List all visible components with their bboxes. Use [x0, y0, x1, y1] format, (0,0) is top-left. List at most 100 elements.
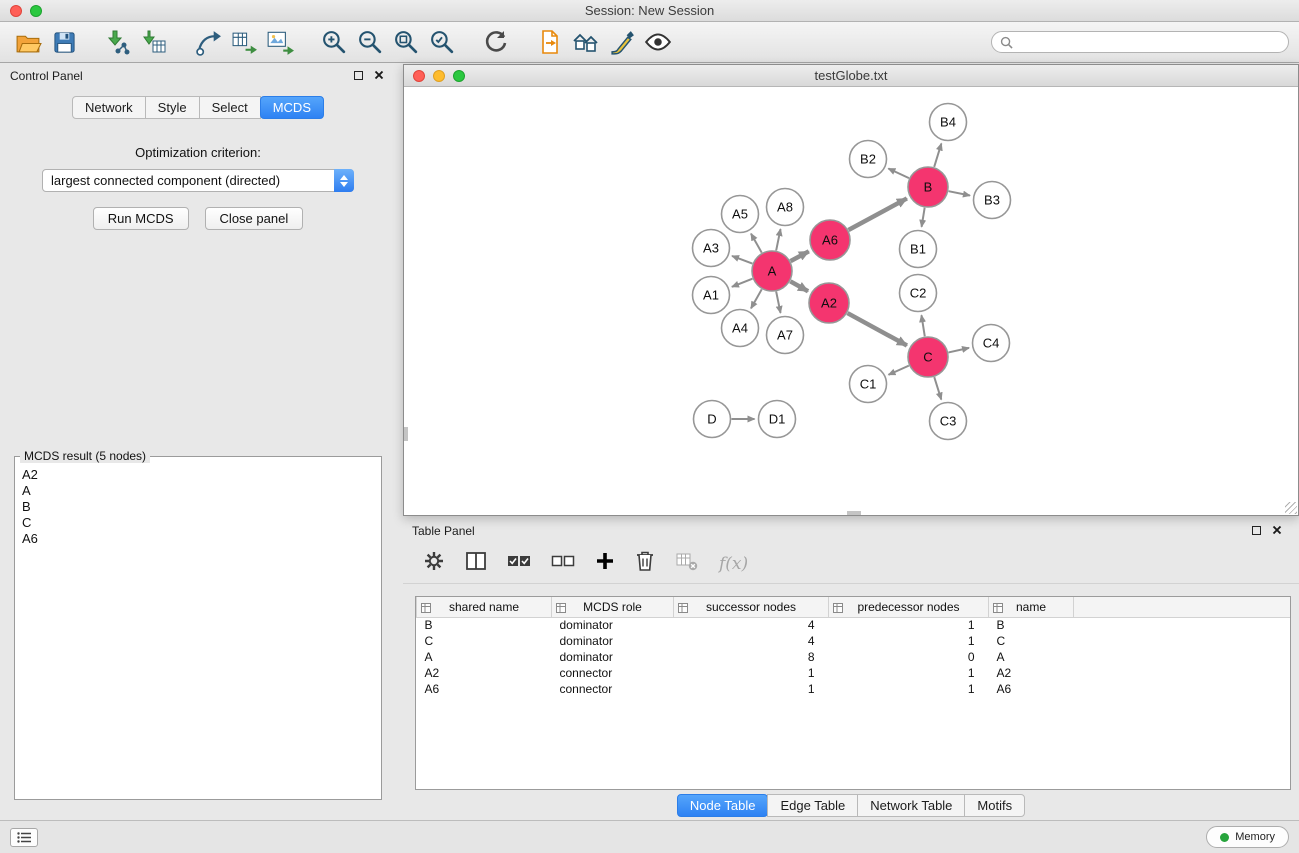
graph-edge-C-C1[interactable]	[889, 366, 909, 375]
graph-node-C1[interactable]: C1	[850, 366, 887, 403]
column-header-name[interactable]: name	[989, 597, 1074, 617]
table-cell[interactable]: dominator	[552, 649, 674, 665]
column-header-MCDS-role[interactable]: MCDS role	[552, 597, 674, 617]
graph-node-A2[interactable]: A2	[809, 283, 849, 323]
graph-node-C3[interactable]: C3	[930, 403, 967, 440]
memory-button[interactable]: Memory	[1206, 826, 1289, 848]
zoom-fit-button[interactable]	[388, 25, 424, 59]
table-cell[interactable]: dominator	[552, 617, 674, 633]
graph-node-B[interactable]: B	[908, 167, 948, 207]
graph-edge-B-B1[interactable]	[922, 208, 925, 227]
graph-edge-A2-C[interactable]	[847, 313, 906, 345]
network-window-titlebar[interactable]: testGlobe.txt	[404, 65, 1298, 87]
zoom-selected-button[interactable]	[424, 25, 460, 59]
open-file-button[interactable]	[10, 25, 46, 59]
graph-edge-A-A1[interactable]	[732, 279, 753, 287]
result-item[interactable]: B	[17, 499, 379, 515]
graph-edge-B-B4[interactable]	[934, 144, 941, 167]
show-details-button[interactable]	[640, 25, 676, 59]
home-button[interactable]	[568, 25, 604, 59]
graph-edge-B-B3[interactable]	[949, 191, 970, 195]
graph-edge-A-A4[interactable]	[751, 289, 762, 308]
tab-network[interactable]: Network	[72, 96, 146, 119]
export-network-button[interactable]	[190, 25, 226, 59]
result-item[interactable]: C	[17, 515, 379, 531]
export-table-button[interactable]	[226, 25, 262, 59]
graph-edge-A-A3[interactable]	[732, 256, 752, 264]
table-cell[interactable]: C	[989, 633, 1074, 649]
import-table-button[interactable]	[136, 25, 172, 59]
zoom-in-button[interactable]	[316, 25, 352, 59]
graph-node-A4[interactable]: A4	[722, 310, 759, 347]
table-cell[interactable]: dominator	[552, 633, 674, 649]
graph-node-B2[interactable]: B2	[850, 141, 887, 178]
search-field[interactable]	[991, 31, 1289, 53]
graph-node-A8[interactable]: A8	[767, 189, 804, 226]
criterion-select[interactable]: largest connected component (directed)	[42, 169, 354, 192]
graph-edge-B-B2[interactable]	[888, 169, 909, 179]
table-cell[interactable]: B	[989, 617, 1074, 633]
tab-edge-table[interactable]: Edge Table	[767, 794, 858, 817]
graph-node-B4[interactable]: B4	[930, 104, 967, 141]
table-cell[interactable]: 1	[674, 681, 829, 697]
graph-edge-C-C4[interactable]	[948, 348, 969, 353]
graph-edge-A-A8[interactable]	[776, 229, 780, 250]
table-cell[interactable]: A2	[989, 665, 1074, 681]
result-item[interactable]: A	[17, 483, 379, 499]
table-cell[interactable]: 1	[829, 681, 989, 697]
graph-node-A7[interactable]: A7	[767, 317, 804, 354]
table-cell[interactable]: A	[989, 649, 1074, 665]
run-mcds-button[interactable]: Run MCDS	[93, 207, 189, 230]
table-cell[interactable]: A2	[417, 665, 552, 681]
table-row[interactable]: A6connector11A6	[417, 681, 1291, 697]
fullscreen-window-button[interactable]	[30, 5, 42, 17]
tab-mcds[interactable]: MCDS	[260, 96, 324, 119]
refresh-layout-button[interactable]	[478, 25, 514, 59]
graph-node-C2[interactable]: C2	[900, 275, 937, 312]
close-panel-button[interactable]	[374, 67, 384, 85]
float-panel-button[interactable]	[354, 67, 363, 85]
tab-select[interactable]: Select	[199, 96, 261, 119]
tab-network-table[interactable]: Network Table	[857, 794, 965, 817]
float-table-panel-button[interactable]	[1252, 522, 1261, 540]
graph-edge-A-A5[interactable]	[751, 234, 762, 253]
table-row[interactable]: Bdominator41B	[417, 617, 1291, 633]
table-settings-button[interactable]	[423, 550, 445, 577]
graph-node-C4[interactable]: C4	[973, 325, 1010, 362]
table-row[interactable]: Cdominator41C	[417, 633, 1291, 649]
table-cell[interactable]: C	[417, 633, 552, 649]
table-cell[interactable]: 8	[674, 649, 829, 665]
column-header-shared-name[interactable]: shared name	[417, 597, 552, 617]
search-input[interactable]	[1018, 35, 1280, 49]
zoom-out-button[interactable]	[352, 25, 388, 59]
graph-node-B3[interactable]: B3	[974, 182, 1011, 219]
show-panels-button[interactable]	[10, 828, 38, 847]
delete-table-button[interactable]	[675, 550, 699, 577]
export-image-button[interactable]	[262, 25, 298, 59]
table-cell[interactable]: connector	[552, 665, 674, 681]
tab-style[interactable]: Style	[145, 96, 200, 119]
table-cell[interactable]: 1	[829, 617, 989, 633]
graph-node-C[interactable]: C	[908, 337, 948, 377]
graph-node-A5[interactable]: A5	[722, 196, 759, 233]
result-item[interactable]: A2	[17, 467, 379, 483]
network-canvas[interactable]: B4B2BB3A5A8A6B1A3AA1C2A2A4A7C4CC1C3DD1	[404, 87, 1298, 515]
graph-edge-A-A6[interactable]	[791, 251, 809, 261]
table-cell[interactable]: 0	[829, 649, 989, 665]
horizontal-scroll-mark[interactable]	[847, 511, 861, 515]
tab-motifs[interactable]: Motifs	[964, 794, 1025, 817]
vertical-scroll-mark[interactable]	[404, 427, 408, 441]
table-cell[interactable]: 4	[674, 617, 829, 633]
table-cell[interactable]: connector	[552, 681, 674, 697]
graph-edge-C-C3[interactable]	[934, 377, 941, 399]
table-row[interactable]: Adominator80A	[417, 649, 1291, 665]
show-columns-button[interactable]	[465, 550, 487, 577]
deselect-all-columns-button[interactable]	[551, 553, 575, 574]
table-cell[interactable]: A6	[417, 681, 552, 697]
select-all-columns-button[interactable]	[507, 553, 531, 574]
duplicate-document-button[interactable]	[532, 25, 568, 59]
style-brush-button[interactable]	[604, 25, 640, 59]
graph-node-A3[interactable]: A3	[693, 230, 730, 267]
import-network-button[interactable]	[100, 25, 136, 59]
graph-node-A[interactable]: A	[752, 251, 792, 291]
